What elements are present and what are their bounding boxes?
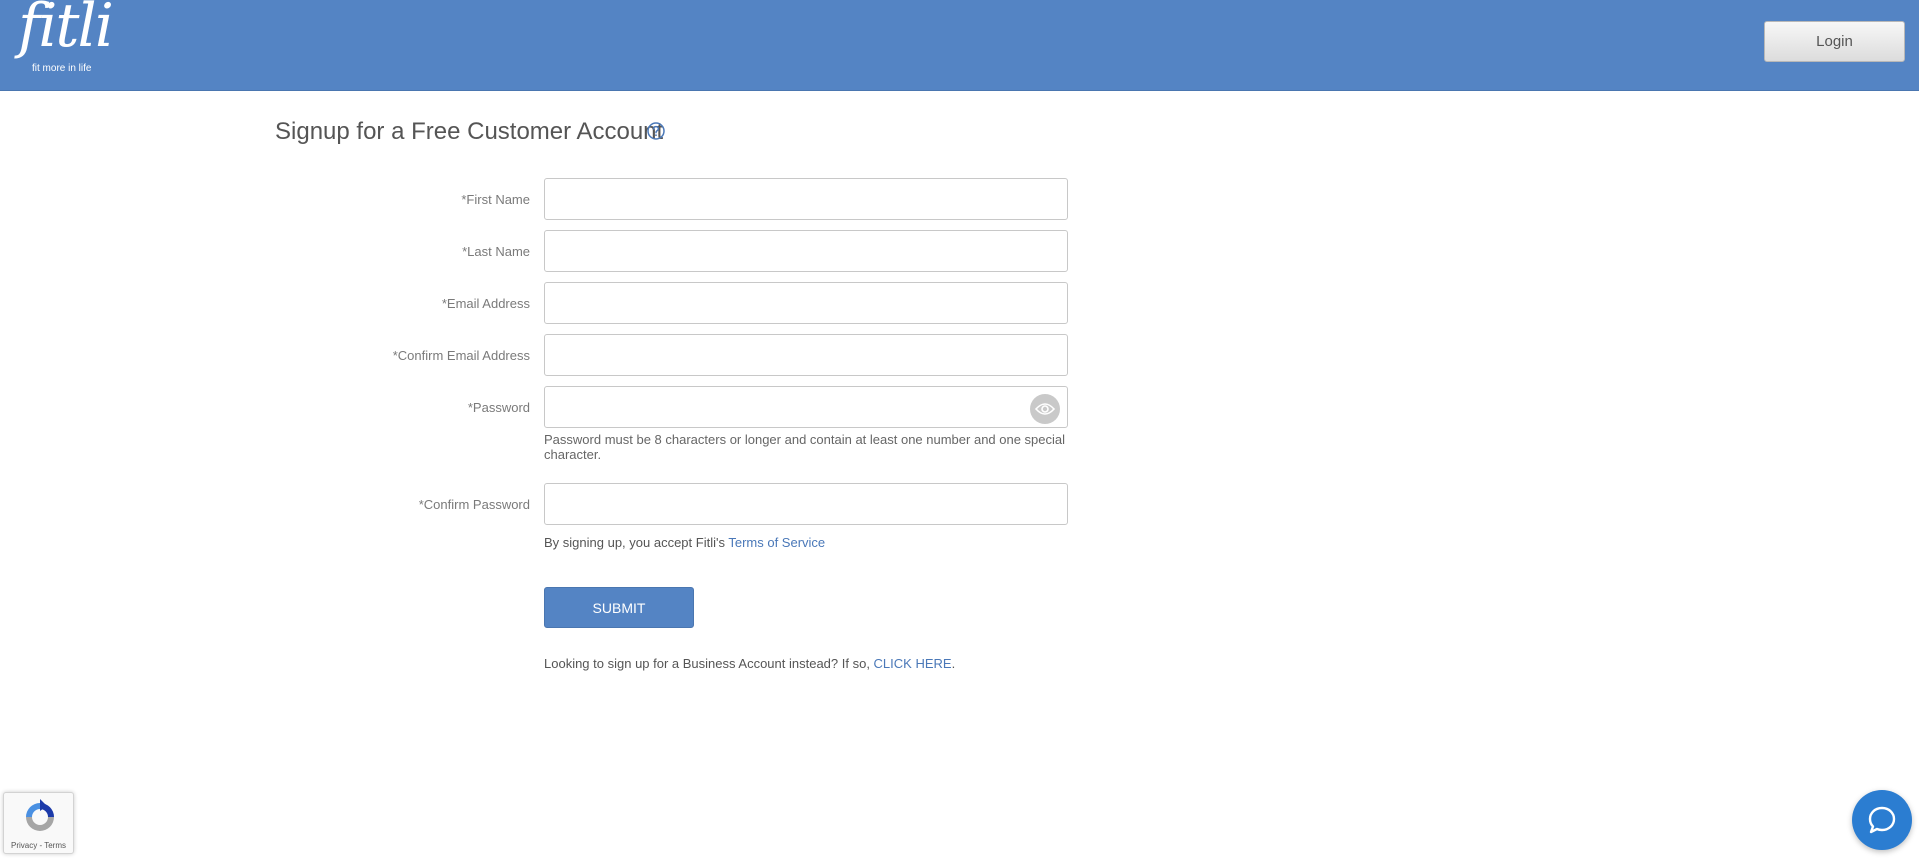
business-suffix: . (951, 656, 956, 671)
show-password-toggle[interactable] (1030, 394, 1060, 424)
recaptcha-privacy-terms[interactable]: Privacy - Terms (4, 841, 73, 850)
confirm-password-field[interactable] (544, 483, 1068, 525)
terms-of-service-link[interactable]: Terms of Service (728, 535, 825, 550)
terms-prefix: By signing up, you accept Fitli's (544, 535, 729, 550)
fitli-logo[interactable]: fitli fit more in life (12, 0, 114, 82)
logo-tagline: fit more in life (32, 63, 92, 74)
confirm-email-field[interactable] (544, 334, 1068, 376)
page-title: Signup for a Free Customer Account (275, 118, 664, 145)
password-hint: Password must be 8 characters or longer … (544, 432, 1066, 462)
password-label: *Password (467, 400, 530, 415)
business-prefix: Looking to sign up for a Business Accoun… (544, 656, 874, 671)
top-navbar: fitli fit more in life Login (0, 0, 1919, 91)
last-name-label: *Last Name (462, 244, 530, 259)
password-field[interactable] (544, 386, 1068, 428)
business-account-notice: Looking to sign up for a Business Accoun… (544, 656, 955, 671)
terms-notice: By signing up, you accept Fitli's Terms … (544, 535, 825, 550)
logo-word: fitli (18, 0, 114, 61)
question-circle-icon[interactable] (647, 122, 665, 140)
email-label: *Email Address (441, 296, 530, 311)
confirm-password-label: *Confirm Password (418, 497, 530, 512)
last-name-field[interactable] (544, 230, 1068, 272)
recaptcha-badge[interactable]: Privacy - Terms (3, 792, 74, 854)
chat-bubble-icon (1868, 806, 1896, 834)
first-name-label: *First Name (461, 192, 530, 207)
recaptcha-icon (26, 799, 54, 831)
first-name-field[interactable] (544, 178, 1068, 220)
confirm-email-label: *Confirm Email Address (392, 348, 530, 363)
chat-widget-button[interactable] (1852, 790, 1912, 850)
business-click-here-link[interactable]: CLICK HERE (874, 656, 952, 671)
email-field[interactable] (544, 282, 1068, 324)
submit-button[interactable]: SUBMIT (544, 587, 694, 628)
eye-icon (1035, 403, 1055, 415)
login-button[interactable]: Login (1764, 21, 1905, 62)
